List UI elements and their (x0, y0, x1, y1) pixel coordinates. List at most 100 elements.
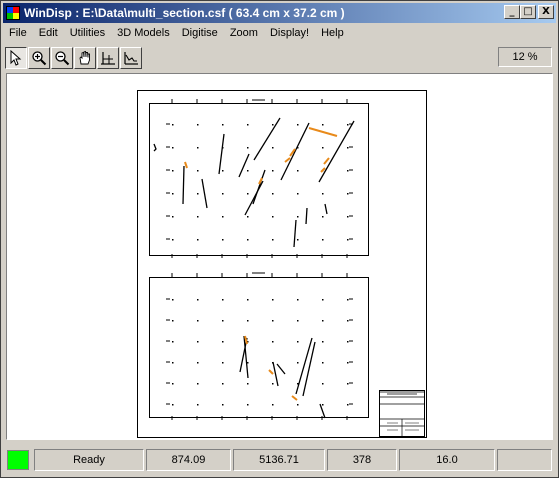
grid-dot (247, 193, 249, 195)
grid-dot (322, 341, 324, 343)
grid-dot (347, 147, 349, 149)
section-tool-button[interactable] (97, 47, 119, 69)
section-tool-icon (101, 52, 115, 65)
profile-tool-button[interactable] (120, 47, 142, 69)
grid-dot (347, 320, 349, 322)
windisp-app-icon[interactable] (6, 6, 20, 20)
grid-dot (222, 383, 224, 385)
window-controls: _ □ X (504, 5, 554, 19)
menu-help[interactable]: Help (315, 27, 350, 39)
grid-dot (172, 216, 174, 218)
grid-dot (272, 193, 274, 195)
menu-file[interactable]: File (3, 27, 33, 39)
grid-dot (172, 170, 174, 172)
grid-dot (322, 193, 324, 195)
grid-dot (322, 216, 324, 218)
grid-dot (222, 320, 224, 322)
grid-dot (172, 341, 174, 343)
menu-zoom[interactable]: Zoom (224, 27, 264, 39)
pointer-tool-button[interactable] (5, 47, 27, 69)
grid-dot (222, 362, 224, 364)
grid-dot (347, 170, 349, 172)
grid-dot (322, 299, 324, 301)
grid-dot (322, 147, 324, 149)
grid-dot (222, 239, 224, 241)
zoom-out-icon (55, 51, 70, 66)
grid-dot (272, 170, 274, 172)
grid-dot (247, 320, 249, 322)
grid-dot (272, 320, 274, 322)
grid-dot (197, 299, 199, 301)
grid-dot (347, 299, 349, 301)
grid-dot (297, 216, 299, 218)
grid-dot (197, 170, 199, 172)
grid-dot (172, 299, 174, 301)
grid-dot (322, 362, 324, 364)
grid-dot (172, 147, 174, 149)
grid-dot (297, 320, 299, 322)
grid-dot (297, 341, 299, 343)
grid-dot (222, 216, 224, 218)
application-window: WinDisp : E:\Data\multi_section.csf ( 63… (0, 0, 559, 478)
plot-sheet (137, 90, 427, 438)
menu-edit[interactable]: Edit (33, 27, 64, 39)
grid-dot (197, 362, 199, 364)
grid-dot (347, 239, 349, 241)
grid-dot (247, 299, 249, 301)
grid-dot (347, 193, 349, 195)
grid-dot (197, 383, 199, 385)
grid-dot (247, 147, 249, 149)
grid-dot (247, 216, 249, 218)
grid-dot (272, 147, 274, 149)
zoom-out-tool-button[interactable] (51, 47, 73, 69)
grid-dot (197, 124, 199, 126)
grid-dot (272, 404, 274, 406)
menu-bar: File Edit Utilities 3D Models Digitise Z… (3, 24, 556, 42)
status-field-3: 378 (327, 449, 397, 471)
grid-dot (347, 216, 349, 218)
grid-dot (297, 193, 299, 195)
section-view-canvas[interactable] (6, 73, 553, 440)
grid-dot (272, 383, 274, 385)
maximize-button[interactable]: □ (520, 5, 536, 19)
menu-3d-models[interactable]: 3D Models (111, 27, 176, 39)
grid-dot (347, 404, 349, 406)
grid-dot (222, 170, 224, 172)
grid-dot (197, 216, 199, 218)
grid-dot (172, 124, 174, 126)
status-y-coordinate: 5136.71 (233, 449, 325, 471)
close-button[interactable]: X (538, 5, 554, 19)
profile-tool-icon (124, 52, 138, 65)
grid-dot (172, 320, 174, 322)
status-indicator-light (7, 450, 29, 470)
grid-dot (297, 170, 299, 172)
grid-dot (172, 383, 174, 385)
grid-dot (247, 124, 249, 126)
grid-dot (197, 320, 199, 322)
grid-dot (197, 193, 199, 195)
grid-dot (322, 320, 324, 322)
grid-dot (222, 299, 224, 301)
menu-utilities[interactable]: Utilities (64, 27, 111, 39)
plot-title-block (379, 390, 425, 437)
title-bar[interactable]: WinDisp : E:\Data\multi_section.csf ( 63… (3, 3, 556, 23)
zoom-level-display: 12 % (498, 47, 552, 67)
menu-display[interactable]: Display! (264, 27, 315, 39)
menu-digitise[interactable]: Digitise (176, 27, 224, 39)
status-field-5 (497, 449, 552, 471)
grid-dot (197, 404, 199, 406)
cross-section-drawing (137, 90, 427, 438)
grid-dot (347, 362, 349, 364)
grid-dot (272, 299, 274, 301)
grid-dot (172, 239, 174, 241)
grid-dot (222, 124, 224, 126)
grid-dot (197, 239, 199, 241)
toolbar: 12 % (3, 45, 556, 71)
zoom-in-tool-button[interactable] (28, 47, 50, 69)
pan-tool-button[interactable] (74, 47, 96, 69)
minimize-button[interactable]: _ (504, 5, 520, 19)
grid-dot (172, 193, 174, 195)
grid-dot (297, 299, 299, 301)
window-title: WinDisp : E:\Data\multi_section.csf ( 63… (24, 6, 345, 20)
grid-dot (172, 404, 174, 406)
